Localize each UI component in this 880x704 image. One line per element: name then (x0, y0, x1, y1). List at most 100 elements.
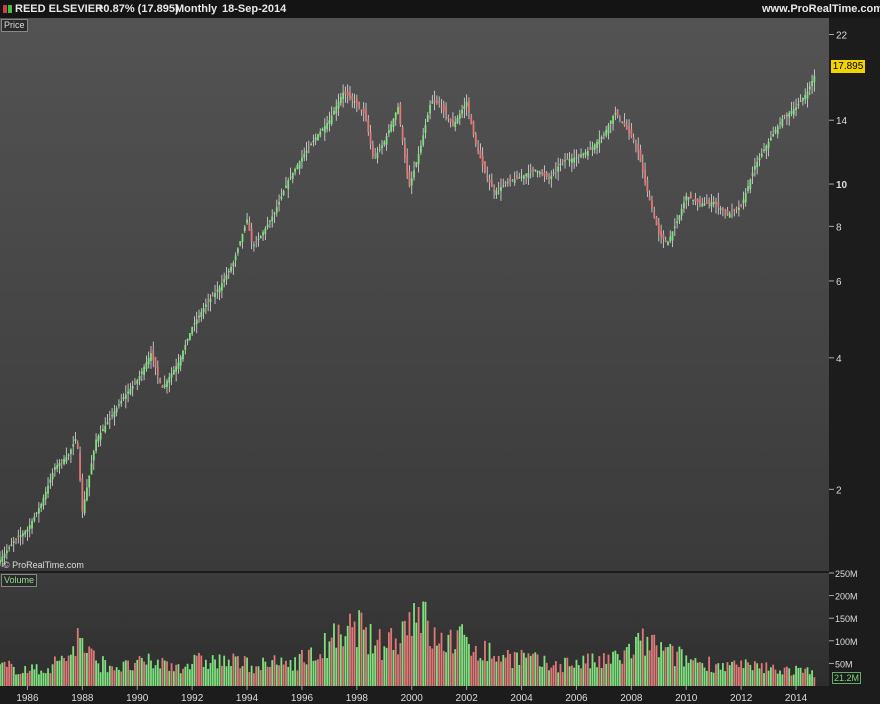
volume-bar (156, 659, 159, 686)
volume-bar (401, 621, 404, 686)
price-candle (673, 226, 676, 229)
volume-bar (580, 668, 582, 686)
price-candle (230, 266, 232, 272)
price-candle (37, 508, 40, 514)
volume-bar (543, 655, 546, 686)
price-candle (733, 209, 736, 211)
volume-bar (538, 666, 541, 686)
volume-bar (710, 671, 713, 686)
volume-bar (472, 651, 475, 686)
volume-bar (387, 632, 390, 686)
price-candle (88, 475, 91, 488)
volume-bar (712, 672, 715, 686)
price-candle (365, 110, 367, 120)
price-candle (811, 81, 813, 86)
price-candle (248, 222, 251, 231)
price-candle (198, 315, 200, 318)
price-candle (143, 366, 146, 375)
volume-bar (214, 659, 216, 686)
volume-bar (161, 657, 164, 686)
price-candle (246, 219, 248, 224)
volume-bar (431, 648, 434, 686)
price-candle (44, 491, 47, 500)
volume-bar (90, 648, 93, 686)
volume-bar (662, 650, 665, 686)
volume-bar (129, 670, 132, 686)
volume-bar (362, 629, 365, 686)
price-candle (520, 176, 523, 178)
volume-bar (351, 627, 354, 686)
price-candle (518, 177, 521, 179)
volume-bar (724, 671, 727, 686)
volume-bar (115, 667, 118, 686)
volume-bar (124, 660, 127, 686)
volume-bar (321, 658, 324, 686)
price-candle (349, 92, 351, 98)
price-candle (108, 418, 111, 420)
volume-bar (216, 668, 219, 686)
price-candle (484, 161, 486, 173)
price-candle (541, 171, 544, 174)
volume-bar (554, 661, 557, 686)
x-tick-label: 2000 (401, 693, 424, 704)
price-candle (509, 178, 512, 182)
volume-bar (806, 667, 809, 686)
price-candle (502, 185, 505, 187)
price-candle (56, 464, 59, 469)
price-candle (186, 339, 189, 342)
volume-bar (742, 668, 745, 686)
volume-bar (760, 663, 763, 686)
volume-bar (202, 666, 205, 686)
volume-bar (159, 668, 162, 686)
price-candle (317, 134, 319, 141)
volume-bar (518, 664, 521, 686)
price-candle (506, 182, 509, 184)
price-candle (511, 180, 514, 182)
volume-bar (683, 666, 685, 686)
volume-bar (230, 666, 232, 686)
price-candle (689, 193, 692, 199)
volume-bar (403, 620, 406, 686)
price-candle (522, 175, 525, 179)
price-candle (671, 231, 674, 241)
volume-bar (376, 639, 379, 686)
volume-bar (502, 654, 505, 686)
price-candle (120, 400, 123, 404)
price-candle (220, 283, 223, 291)
volume-bar (269, 666, 271, 686)
price-panel-label[interactable]: Price (1, 19, 28, 32)
price-candle (680, 208, 683, 216)
volume-bar (808, 676, 811, 686)
price-candle (616, 109, 619, 116)
price-candle (449, 118, 452, 123)
volume-panel-label[interactable]: Volume (1, 574, 38, 587)
volume-bar (628, 643, 630, 686)
volume-bar (257, 666, 260, 686)
price-candle (3, 553, 6, 558)
price-candle (758, 157, 761, 161)
volume-bar (667, 647, 669, 686)
volume-bar (241, 666, 244, 686)
volume-bar (575, 659, 578, 686)
price-candle (394, 112, 397, 120)
volume-bar (200, 655, 203, 686)
price-candle (387, 130, 390, 134)
volume-bar (21, 672, 24, 686)
volume-bar (207, 668, 210, 686)
volume-bar (708, 656, 711, 686)
price-candle (808, 86, 811, 90)
price-volume-chart[interactable]: 2 4 6 8 10 14 22 50M 100M 150M 200M 250M 1986 1988 199… (0, 0, 880, 704)
price-candle (170, 373, 173, 378)
price-candle (403, 143, 406, 158)
price-candle (767, 141, 770, 148)
price-candle (24, 531, 27, 535)
volume-bar (273, 655, 276, 686)
volume-bar (426, 620, 429, 686)
volume-bar (374, 645, 377, 686)
volume-bar (15, 674, 17, 686)
price-candle (360, 109, 363, 111)
volume-bar (781, 674, 784, 686)
price-candle (376, 152, 379, 159)
price-candle (175, 366, 178, 372)
price-candle (742, 199, 745, 204)
